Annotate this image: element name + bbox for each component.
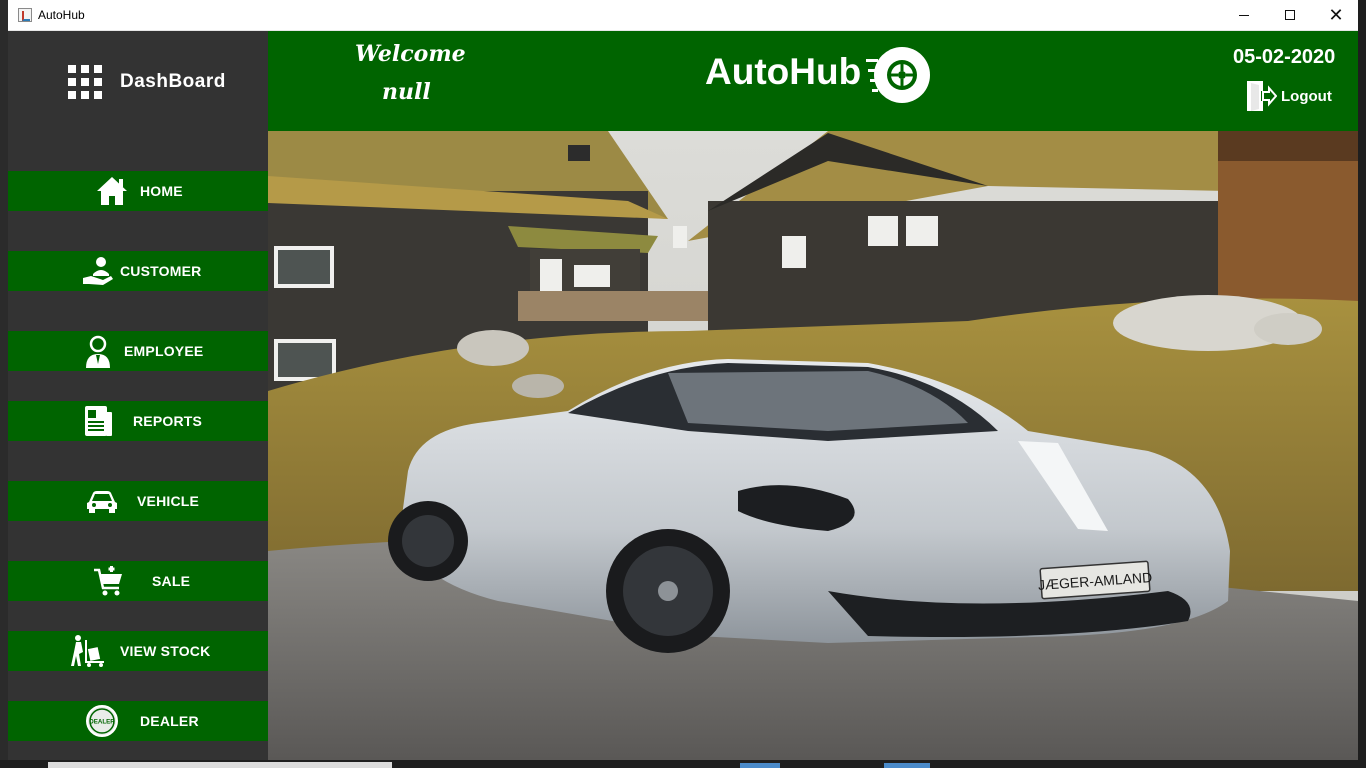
employee-icon <box>80 333 116 369</box>
dashboard-heading[interactable]: DashBoard <box>68 65 226 99</box>
taskbar-item[interactable] <box>740 763 780 768</box>
sidebar-item-home[interactable]: HOME <box>8 171 268 211</box>
maximize-icon <box>1285 10 1295 20</box>
sidebar-item-sale[interactable]: SALE <box>8 561 268 601</box>
username-text: null <box>382 79 431 105</box>
sidebar-item-view-stock[interactable]: VIEW STOCK <box>8 631 268 671</box>
home-icon <box>94 173 130 209</box>
sidebar-item-label: VIEW STOCK <box>120 643 211 659</box>
sidebar-item-vehicle[interactable]: VEHICLE <box>8 481 268 521</box>
minimize-button[interactable] <box>1221 0 1267 30</box>
sidebar: DashBoard HOME CUSTOMER EMPLOYEE REPORTS… <box>8 31 268 760</box>
logout-door-icon <box>1245 79 1278 113</box>
logout-label: Logout <box>1281 87 1332 105</box>
minimize-icon <box>1239 14 1249 16</box>
desktop-background <box>0 0 8 768</box>
window-title: AutoHub <box>38 8 85 22</box>
welcome-text: Welcome <box>355 41 466 67</box>
sidebar-item-label: VEHICLE <box>137 493 200 509</box>
sidebar-item-label: HOME <box>140 183 183 199</box>
title-bar: AutoHub ✕ <box>8 0 1358 31</box>
reports-icon <box>80 403 116 439</box>
sidebar-item-label: CUSTOMER <box>120 263 202 279</box>
sidebar-item-reports[interactable]: REPORTS <box>8 401 268 441</box>
stock-trolley-icon <box>70 633 106 669</box>
taskbar-search-field[interactable] <box>48 762 392 768</box>
brand-title: AutoHub <box>705 51 862 92</box>
logout-button[interactable]: Logout <box>1245 79 1332 113</box>
cart-icon <box>90 563 126 599</box>
close-icon: ✕ <box>1328 5 1344 25</box>
sidebar-item-customer[interactable]: CUSTOMER <box>8 251 268 291</box>
dashboard-label: DashBoard <box>120 71 226 92</box>
sidebar-item-label: EMPLOYEE <box>124 343 204 359</box>
wheel-logo-icon <box>866 45 934 105</box>
grid-menu-icon <box>68 65 102 99</box>
java-app-icon <box>18 8 32 22</box>
taskbar-item[interactable] <box>884 763 930 768</box>
app-header: Welcome null AutoHub 05-02-2020 Logout <box>268 31 1358 131</box>
date-display: 05-02-2020 <box>1233 46 1336 68</box>
dealer-badge-icon: DEALER <box>84 703 120 739</box>
hero-car-image: JÆGER-AMLAND <box>268 131 1358 760</box>
app-window: AutoHub ✕ DashBoard HOME CUSTOMER EMPLOY… <box>8 0 1358 760</box>
svg-text:DEALER: DEALER <box>89 719 115 726</box>
customer-icon <box>80 253 116 289</box>
sidebar-item-label: SALE <box>152 573 191 589</box>
taskbar-strip <box>0 760 1366 768</box>
sidebar-item-employee[interactable]: EMPLOYEE <box>8 331 268 371</box>
close-button[interactable]: ✕ <box>1313 0 1359 30</box>
maximize-button[interactable] <box>1267 0 1313 30</box>
sidebar-item-label: REPORTS <box>133 413 203 429</box>
car-icon <box>84 483 120 519</box>
sidebar-item-label: DEALER <box>140 713 199 729</box>
sidebar-item-dealer[interactable]: DEALER DEALER <box>8 701 268 741</box>
